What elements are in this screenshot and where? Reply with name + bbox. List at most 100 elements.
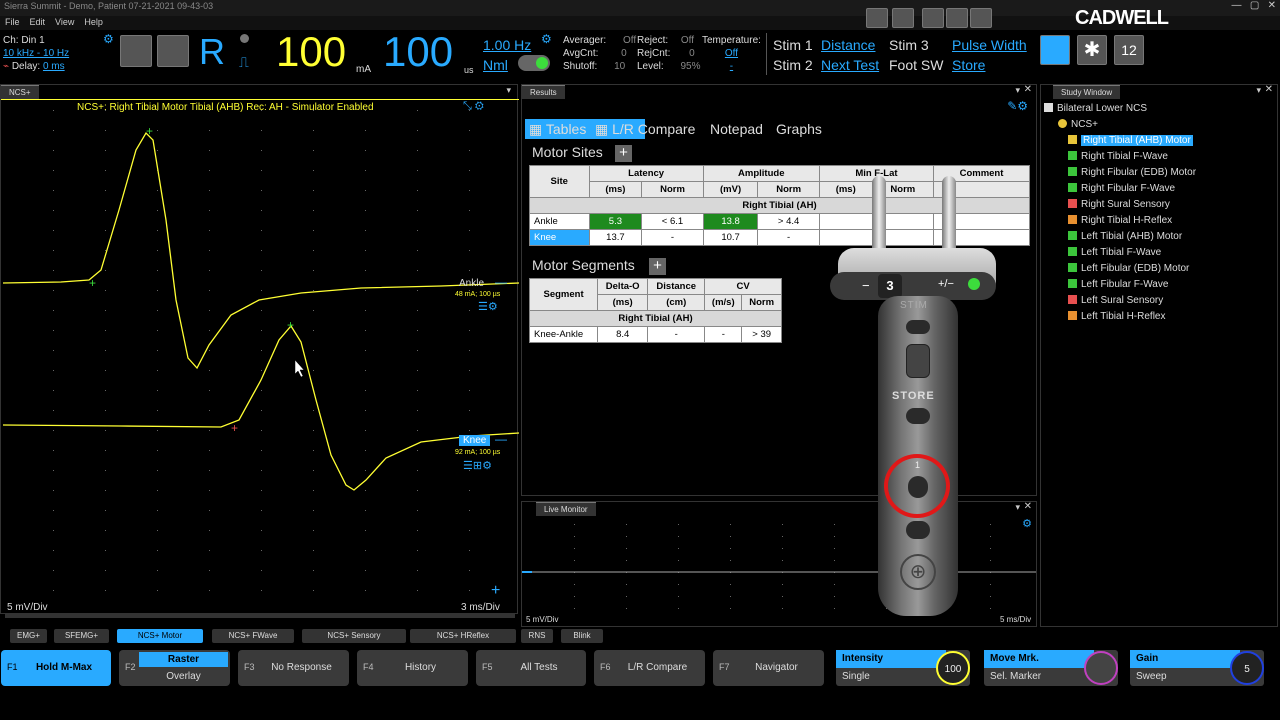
f7-navigator-button[interactable]: F7 Navigator bbox=[713, 650, 824, 686]
ncs-scrollbar[interactable] bbox=[5, 614, 515, 618]
live-monitor-tab[interactable]: Live Monitor bbox=[536, 502, 596, 516]
store-button[interactable]: Store bbox=[952, 57, 985, 73]
knee-minus-icon[interactable]: — bbox=[495, 432, 507, 446]
ncs-tab[interactable]: NCS+ bbox=[1, 85, 39, 99]
results-edit-gear-icon[interactable]: ✎⚙ bbox=[1007, 99, 1028, 113]
f4-history-button[interactable]: F4 History bbox=[357, 650, 468, 686]
tree-root[interactable]: Bilateral Lower NCS bbox=[1044, 101, 1196, 117]
ncs-panel-menu-icon[interactable]: ▾ bbox=[506, 85, 511, 96]
probe-plusminus-button[interactable]: +/− bbox=[938, 278, 954, 290]
f1-hold-mmax-button[interactable]: F1 Hold M-Max bbox=[1, 650, 111, 686]
test-tab[interactable]: NCS+ Motor bbox=[117, 629, 203, 643]
study-tree-item[interactable]: Left Tibial (AHB) Motor bbox=[1044, 229, 1196, 245]
stim1-button[interactable]: Stim 1 bbox=[773, 35, 821, 55]
probe-lower-button[interactable] bbox=[906, 521, 930, 539]
add-segment-button[interactable]: + bbox=[649, 258, 666, 275]
live-monitor-menu-icon[interactable]: ▾ bbox=[1015, 502, 1020, 513]
study-close-icon[interactable]: ✕ bbox=[1265, 84, 1273, 95]
menu-edit[interactable]: Edit bbox=[25, 16, 51, 28]
stim3-button[interactable]: Stim 3 bbox=[889, 35, 952, 55]
test-tab[interactable]: NCS+ Sensory bbox=[302, 629, 406, 643]
f3-no-response-button[interactable]: F3 No Response bbox=[238, 650, 349, 686]
site-cell[interactable]: Ankle bbox=[529, 213, 590, 230]
study-tree-item[interactable]: Right Fibular F-Wave bbox=[1044, 181, 1196, 197]
test-tab[interactable]: NCS+ HReflex bbox=[410, 629, 516, 643]
study-tree-item[interactable]: Left Fibular F-Wave bbox=[1044, 277, 1196, 293]
delta-cell[interactable]: 8.4 bbox=[597, 326, 649, 343]
results-close-icon[interactable]: ✕ bbox=[1024, 84, 1032, 95]
tree-group[interactable]: NCS+ bbox=[1044, 117, 1196, 133]
ncs-sweep[interactable]: 3 ms/Div bbox=[461, 602, 500, 613]
pulse-width-button[interactable]: Pulse Width bbox=[952, 37, 1027, 53]
study-tree-item[interactable]: Right Fibular (EDB) Motor bbox=[1044, 165, 1196, 181]
site-cell[interactable]: Knee bbox=[529, 229, 590, 246]
study-tree-item[interactable]: Right Tibial (AHB) Motor bbox=[1044, 133, 1196, 149]
stim-rate[interactable]: 1.00 Hz bbox=[483, 37, 531, 53]
gain-dial[interactable]: 5 bbox=[1230, 651, 1264, 685]
f2-raster-button[interactable]: F2 Raster Overlay bbox=[119, 650, 230, 686]
segment-cell[interactable]: Knee-Ankle bbox=[528, 326, 599, 343]
study-tree-item[interactable]: Left Sural Sensory bbox=[1044, 293, 1196, 309]
stim-side[interactable]: R bbox=[199, 32, 225, 72]
foot-sw-button[interactable]: Foot SW bbox=[889, 55, 952, 75]
stim-mode[interactable]: Nml bbox=[483, 57, 508, 73]
patient-icon[interactable] bbox=[120, 35, 152, 67]
calculator-icon[interactable] bbox=[157, 35, 189, 67]
amplitude-cell[interactable]: 10.7 bbox=[702, 229, 759, 246]
study-tree-item[interactable]: Right Tibial F-Wave bbox=[1044, 149, 1196, 165]
menu-view[interactable]: View bbox=[50, 16, 79, 28]
tab-notepad[interactable]: Notepad bbox=[710, 119, 763, 139]
latency-cell[interactable]: 5.3 bbox=[588, 213, 643, 230]
live-monitor-sweep[interactable]: 5 ms/Div bbox=[1000, 615, 1031, 624]
probe-minus-button[interactable]: − bbox=[862, 278, 870, 293]
results-menu-icon[interactable]: ▾ bbox=[1015, 85, 1020, 96]
filter-link[interactable]: 10 kHz - 10 Hz bbox=[3, 47, 69, 60]
f5-all-tests-button[interactable]: F5 All Tests bbox=[476, 650, 586, 686]
move-marker-knob[interactable]: Move Mrk. Sel. Marker bbox=[984, 650, 1118, 686]
menu-file[interactable]: File bbox=[0, 16, 25, 28]
study-tree-item[interactable]: Right Sural Sensory bbox=[1044, 197, 1196, 213]
probe-stim-button[interactable] bbox=[906, 320, 930, 334]
study-tree-item[interactable]: Left Fibular (EDB) Motor bbox=[1044, 261, 1196, 277]
stim2-button[interactable]: Stim 2 bbox=[773, 55, 821, 75]
test-tab[interactable]: RNS bbox=[521, 629, 553, 643]
stim-duration[interactable]: 100 bbox=[383, 30, 453, 74]
live-monitor-sensitivity[interactable]: 5 mV/Div bbox=[526, 615, 558, 624]
probe-slider[interactable] bbox=[906, 344, 930, 378]
stim-gear-icon[interactable]: ⚙ bbox=[541, 32, 552, 46]
amplitude-cell[interactable]: 13.8 bbox=[702, 213, 759, 230]
test-tab[interactable]: NCS+ FWave bbox=[212, 629, 294, 643]
layout-icon[interactable] bbox=[1040, 35, 1070, 65]
study-menu-icon[interactable]: ▾ bbox=[1256, 85, 1261, 96]
test-tab[interactable]: EMG+ bbox=[10, 629, 47, 643]
star-icon[interactable]: ✱ bbox=[1077, 35, 1107, 65]
distance-button[interactable]: Distance bbox=[821, 35, 889, 55]
f2-overlay-label[interactable]: Overlay bbox=[139, 671, 228, 682]
f6-lr-compare-button[interactable]: F6 L/R Compare bbox=[594, 650, 705, 686]
camera-icon[interactable] bbox=[922, 8, 944, 28]
ncs-sensitivity[interactable]: 5 mV/Div bbox=[7, 602, 48, 613]
menu-help[interactable]: Help bbox=[79, 16, 108, 28]
test-tab[interactable]: SFEMG+ bbox=[54, 629, 109, 643]
temperature-value[interactable]: Off bbox=[702, 47, 761, 60]
tab-lr-compare[interactable]: ▦ L/R Compare bbox=[595, 119, 695, 139]
add-trace-icon[interactable]: + bbox=[491, 582, 500, 600]
tools-icon[interactable] bbox=[946, 8, 968, 28]
ankle-settings-icon[interactable]: ☰⚙ bbox=[478, 300, 498, 313]
tab-graphs[interactable]: Graphs bbox=[776, 119, 822, 139]
results-tab[interactable]: Results bbox=[522, 85, 565, 99]
add-site-button[interactable]: + bbox=[615, 145, 632, 162]
knee-settings-icon[interactable]: ☰⊞⚙ bbox=[463, 459, 492, 472]
latency-cell[interactable]: 13.7 bbox=[588, 229, 643, 246]
test-tab[interactable]: Blink bbox=[561, 629, 603, 643]
live-monitor-close-icon[interactable]: ✕ bbox=[1024, 501, 1032, 512]
study-tree-item[interactable]: Right Tibial H-Reflex bbox=[1044, 213, 1196, 229]
split-view-icon[interactable]: 12 bbox=[1114, 35, 1144, 65]
stim-toggle[interactable] bbox=[518, 55, 550, 71]
user-icon[interactable] bbox=[892, 8, 914, 28]
table-row[interactable]: Knee-Ankle 8.4- - > 39 bbox=[528, 326, 782, 343]
next-test-button[interactable]: Next Test bbox=[821, 55, 889, 75]
probe-store-button[interactable] bbox=[906, 408, 930, 424]
intensity-dial[interactable]: 100 bbox=[936, 651, 970, 685]
temperature-value-2[interactable]: - bbox=[702, 60, 761, 73]
